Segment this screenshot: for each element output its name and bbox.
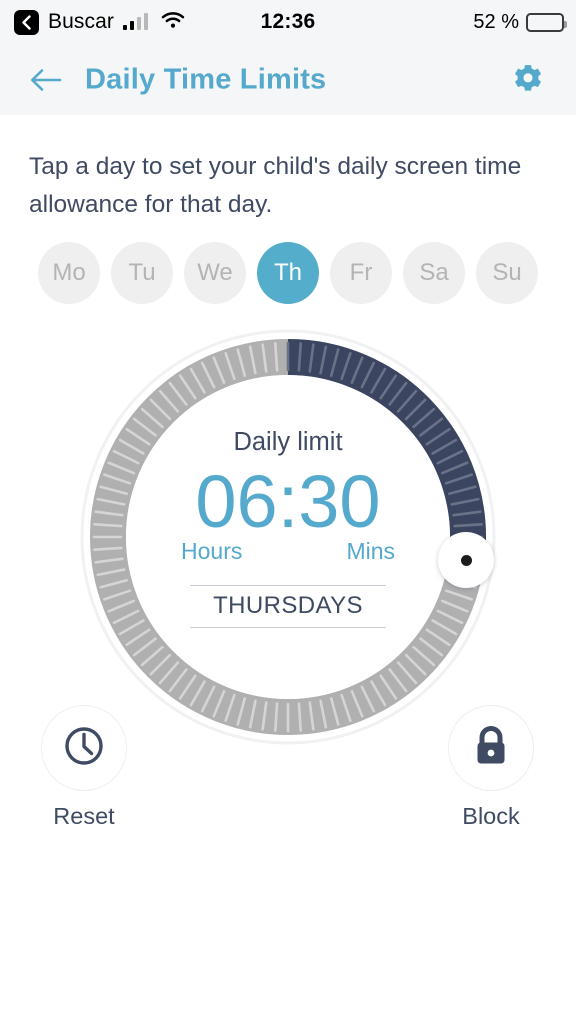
day-selector: Mo Tu We Th Fr Sa Su <box>38 242 538 304</box>
dial-unit-labels: Hours Mins <box>181 538 395 565</box>
dial-day-label: THURSDAYS <box>190 585 386 629</box>
time-dial[interactable]: Daily limit 06:30 Hours Mins THURSDAYS <box>78 327 498 747</box>
gear-icon[interactable] <box>508 60 548 100</box>
day-pill-th[interactable]: Th <box>257 242 319 304</box>
day-pill-sa[interactable]: Sa <box>403 242 465 304</box>
day-pill-we[interactable]: We <box>184 242 246 304</box>
status-bar-right: 52 % <box>473 0 567 44</box>
lock-icon <box>468 722 514 775</box>
clock-icon <box>60 722 108 775</box>
day-pill-fr[interactable]: Fr <box>330 242 392 304</box>
instruction-text: Tap a day to set your child's daily scre… <box>29 153 522 218</box>
dial-hours-label: Hours <box>181 538 243 565</box>
page-title: Daily Time Limits <box>85 63 327 95</box>
battery-percent-label: 52 % <box>473 10 519 33</box>
block-button[interactable]: Block <box>448 705 534 830</box>
status-bar: Buscar 12:36 52 % <box>0 0 576 44</box>
dial-mins-label: Mins <box>346 538 395 565</box>
day-pill-tu[interactable]: Tu <box>111 242 173 304</box>
reset-button-circle[interactable] <box>41 705 127 791</box>
reset-button-label: Reset <box>53 803 115 829</box>
app-header: Daily Time Limits <box>0 44 576 115</box>
dial-time-value: 06:30 <box>195 459 381 543</box>
block-button-label: Block <box>462 803 520 829</box>
day-pill-mo[interactable]: Mo <box>38 242 100 304</box>
dial-readout: Daily limit 06:30 Hours Mins THURSDAYS <box>78 327 498 747</box>
reset-button[interactable]: Reset <box>41 705 127 830</box>
arrow-left-icon[interactable] <box>26 60 66 100</box>
dial-caption: Daily limit <box>233 427 343 456</box>
block-button-circle[interactable] <box>448 705 534 791</box>
day-pill-su[interactable]: Su <box>476 242 538 304</box>
battery-icon <box>526 12 567 32</box>
